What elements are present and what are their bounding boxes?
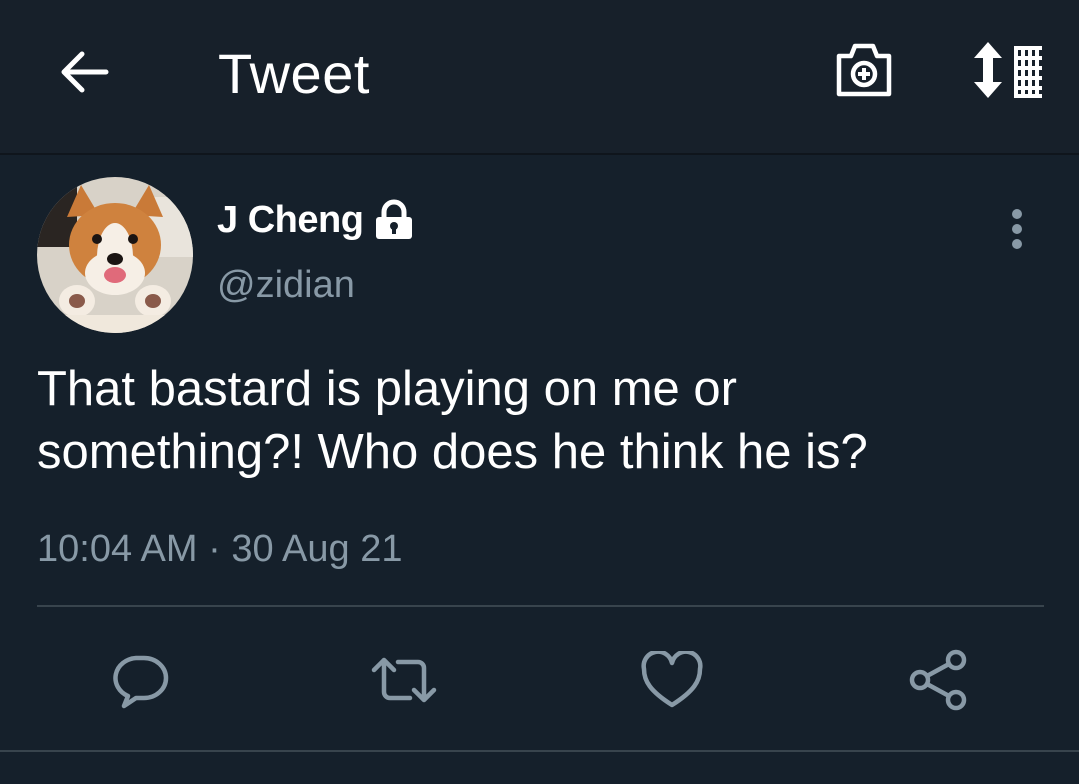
camera-button[interactable] <box>828 36 900 104</box>
divider <box>37 605 1044 607</box>
corgi-avatar-image <box>37 177 193 333</box>
sort-list-icon <box>974 42 1042 98</box>
retweet-button[interactable] <box>364 640 444 720</box>
tweet-timestamp[interactable]: 10:04 AM · 30 Aug 21 <box>37 526 403 572</box>
camera-plus-icon <box>836 43 892 97</box>
tweet-actions-bar <box>0 640 1079 720</box>
reply-icon <box>113 655 169 709</box>
reply-button[interactable] <box>100 640 180 720</box>
retweet-icon <box>371 657 437 703</box>
share-button[interactable] <box>898 640 978 720</box>
avatar[interactable] <box>37 177 193 333</box>
arrow-left-icon <box>61 51 109 93</box>
user-handle[interactable]: @zidian <box>217 262 355 308</box>
more-vertical-icon <box>1012 209 1022 249</box>
lock-icon <box>376 199 413 239</box>
heart-icon <box>641 651 703 708</box>
back-button[interactable] <box>52 40 116 104</box>
top-app-bar: Tweet <box>0 0 1079 155</box>
page-title: Tweet <box>218 42 370 105</box>
display-name[interactable]: J Cheng <box>217 197 415 243</box>
next-section <box>0 752 1079 784</box>
tweet-text: That bastard is playing on me or somethi… <box>37 362 868 479</box>
sort-button[interactable] <box>965 36 1049 104</box>
more-options-button[interactable] <box>996 202 1038 256</box>
like-button[interactable] <box>632 640 712 720</box>
display-name-text: J Cheng <box>217 199 364 241</box>
share-icon <box>909 649 967 711</box>
